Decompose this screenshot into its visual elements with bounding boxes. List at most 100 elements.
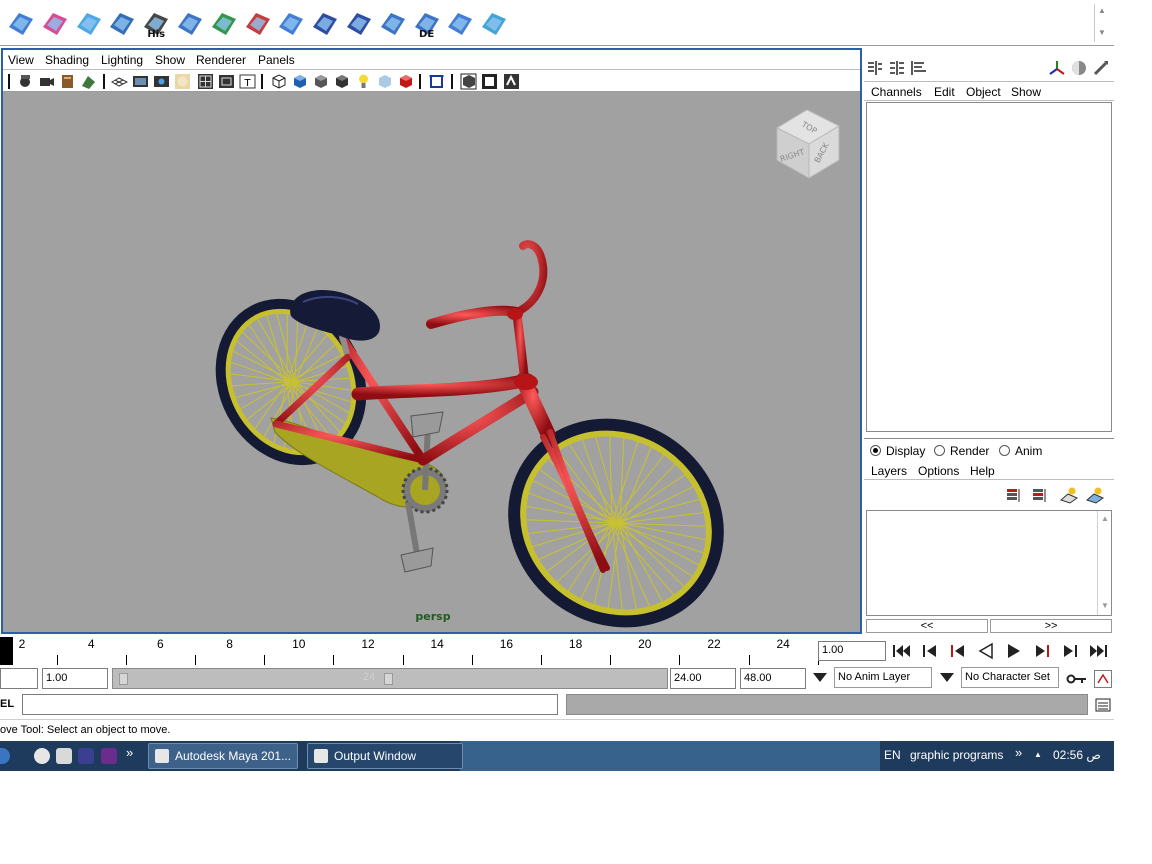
anim-layer-select[interactable]: No Anim Layer bbox=[834, 667, 932, 688]
film-frame-icon[interactable] bbox=[481, 73, 498, 90]
menu-show[interactable]: Show bbox=[155, 53, 185, 67]
menu-object[interactable]: Object bbox=[966, 85, 1001, 99]
gate-mask-icon[interactable] bbox=[174, 73, 191, 90]
command-input[interactable] bbox=[22, 694, 558, 715]
layer-stars-icon[interactable] bbox=[1060, 486, 1078, 504]
pedal-bottom[interactable] bbox=[400, 547, 434, 573]
camera-attributes-icon[interactable] bbox=[38, 73, 55, 90]
channel-box[interactable] bbox=[866, 102, 1112, 432]
layer-prev-button[interactable]: << bbox=[866, 619, 988, 633]
wireframe-icon[interactable] bbox=[270, 73, 287, 90]
step-back-icon[interactable] bbox=[918, 642, 942, 660]
menu-view[interactable]: View bbox=[8, 53, 34, 67]
poly-sphere-select-icon[interactable] bbox=[39, 7, 71, 39]
frame-selected-icon[interactable] bbox=[428, 73, 445, 90]
animation-prefs-icon[interactable] bbox=[1094, 670, 1112, 688]
animation-start-field[interactable] bbox=[0, 668, 38, 689]
lights-icon[interactable] bbox=[355, 73, 372, 90]
script-editor-icon[interactable] bbox=[1094, 696, 1112, 714]
time-slider[interactable]: 2 4 6 8 10 12 14 16 18 20 22 24 bbox=[0, 635, 819, 667]
soft-select-alt-icon[interactable] bbox=[343, 7, 375, 39]
menu-panels[interactable]: Panels bbox=[258, 53, 295, 67]
menu-renderer[interactable]: Renderer bbox=[196, 53, 246, 67]
front-wheel[interactable] bbox=[467, 377, 765, 632]
radio-render-label[interactable]: Render bbox=[950, 444, 989, 458]
field-chart-icon[interactable] bbox=[197, 73, 214, 90]
menu-lighting[interactable]: Lighting bbox=[101, 53, 143, 67]
film-gate-icon[interactable] bbox=[132, 73, 149, 90]
move-manip-icon[interactable] bbox=[478, 7, 510, 39]
new-layer-selected-icon[interactable] bbox=[1030, 486, 1048, 504]
toolbar-label[interactable]: graphic programs bbox=[910, 748, 1003, 762]
toolbar-more-icon[interactable]: » bbox=[1015, 745, 1022, 760]
command-language-label[interactable]: EL bbox=[0, 698, 14, 710]
go-to-end-icon[interactable] bbox=[1086, 642, 1110, 660]
curve-tool-icon[interactable] bbox=[242, 7, 274, 39]
uv-map-icon[interactable] bbox=[275, 7, 307, 39]
media-player-icon[interactable] bbox=[34, 748, 50, 764]
step-forward-icon[interactable] bbox=[1058, 642, 1082, 660]
step-back-key-icon[interactable] bbox=[946, 642, 970, 660]
shaded-wire-icon[interactable] bbox=[312, 73, 329, 90]
character-set-dropdown-icon[interactable] bbox=[940, 673, 954, 682]
menu-shading[interactable]: Shading bbox=[45, 53, 89, 67]
soft-select-icon[interactable] bbox=[309, 7, 341, 39]
radio-anim[interactable] bbox=[999, 445, 1010, 456]
range-handle-start[interactable] bbox=[119, 673, 128, 685]
cut-faces-icon[interactable] bbox=[106, 7, 138, 39]
pedal-top[interactable] bbox=[410, 411, 444, 438]
tray-up-icon[interactable]: ▲ bbox=[1034, 750, 1042, 759]
menu-show-channels[interactable]: Show bbox=[1011, 85, 1041, 99]
3d-viewport[interactable]: TOP RIGHT BACK persp bbox=[3, 92, 860, 632]
planar-project-icon[interactable] bbox=[377, 7, 409, 39]
extrude-face-icon[interactable] bbox=[174, 7, 206, 39]
shader-ball-icon[interactable] bbox=[1070, 59, 1088, 77]
radio-render[interactable] bbox=[934, 445, 945, 456]
premiere-icon[interactable] bbox=[101, 748, 117, 764]
transform-icon[interactable] bbox=[1048, 59, 1066, 77]
menu-channels[interactable]: Channels bbox=[871, 85, 922, 99]
frame-all-icon[interactable] bbox=[460, 73, 477, 90]
layer-list[interactable]: ▲ ▼ bbox=[866, 510, 1112, 616]
smooth-shade-icon[interactable] bbox=[291, 73, 308, 90]
hud-icon[interactable] bbox=[503, 73, 520, 90]
illustrator-quicklaunch-icon[interactable] bbox=[56, 748, 72, 764]
mesh-delete-icon[interactable]: DE bbox=[411, 7, 443, 40]
scroll-down-icon[interactable]: ▼ bbox=[1101, 601, 1109, 610]
bicycle-model[interactable] bbox=[3, 92, 860, 632]
playback-start-field[interactable]: 1.00 bbox=[42, 668, 108, 689]
select-camera-icon[interactable] bbox=[17, 73, 34, 90]
shelf-scrollbar[interactable]: ▲ ▼ bbox=[1094, 4, 1110, 42]
resolution-gate-icon[interactable] bbox=[153, 73, 170, 90]
scroll-up-icon[interactable]: ▲ bbox=[1101, 514, 1109, 523]
bend-tool-icon[interactable] bbox=[444, 7, 476, 39]
view-cube[interactable]: TOP RIGHT BACK bbox=[771, 102, 843, 182]
menu-layers[interactable]: Layers bbox=[871, 464, 907, 478]
channel-box-icon[interactable] bbox=[866, 59, 884, 77]
menu-options[interactable]: Options bbox=[918, 464, 959, 478]
textured-icon[interactable] bbox=[333, 73, 350, 90]
animation-end-field[interactable]: 48.00 bbox=[740, 668, 806, 689]
menu-help[interactable]: Help bbox=[970, 464, 995, 478]
range-slider[interactable]: 24 bbox=[112, 668, 668, 689]
menu-edit[interactable]: Edit bbox=[934, 85, 955, 99]
start-orb-icon[interactable] bbox=[0, 748, 10, 764]
clock[interactable]: 02:56 ص bbox=[1053, 748, 1101, 762]
safe-title-icon[interactable]: T bbox=[239, 73, 256, 90]
isolate-icon[interactable] bbox=[397, 73, 414, 90]
layer-editor-icon[interactable] bbox=[888, 59, 906, 77]
after-effects-icon[interactable] bbox=[78, 748, 94, 764]
scroll-down-icon[interactable]: ▼ bbox=[1098, 28, 1106, 37]
radio-display-label[interactable]: Display bbox=[886, 444, 925, 458]
tool-settings-icon[interactable] bbox=[1092, 59, 1110, 77]
new-layer-icon[interactable] bbox=[1004, 486, 1022, 504]
current-frame-field[interactable]: 1.00 bbox=[818, 641, 886, 661]
bookmarks-icon[interactable] bbox=[59, 73, 76, 90]
auto-key-icon[interactable] bbox=[1066, 671, 1088, 687]
layer-next-button[interactable]: >> bbox=[990, 619, 1112, 633]
uv-grid-icon[interactable] bbox=[73, 7, 105, 39]
safe-action-icon[interactable] bbox=[218, 73, 235, 90]
quicklaunch-more-icon[interactable]: » bbox=[126, 745, 133, 760]
range-handle-end[interactable] bbox=[384, 673, 393, 685]
play-forward-icon[interactable] bbox=[1002, 642, 1026, 660]
